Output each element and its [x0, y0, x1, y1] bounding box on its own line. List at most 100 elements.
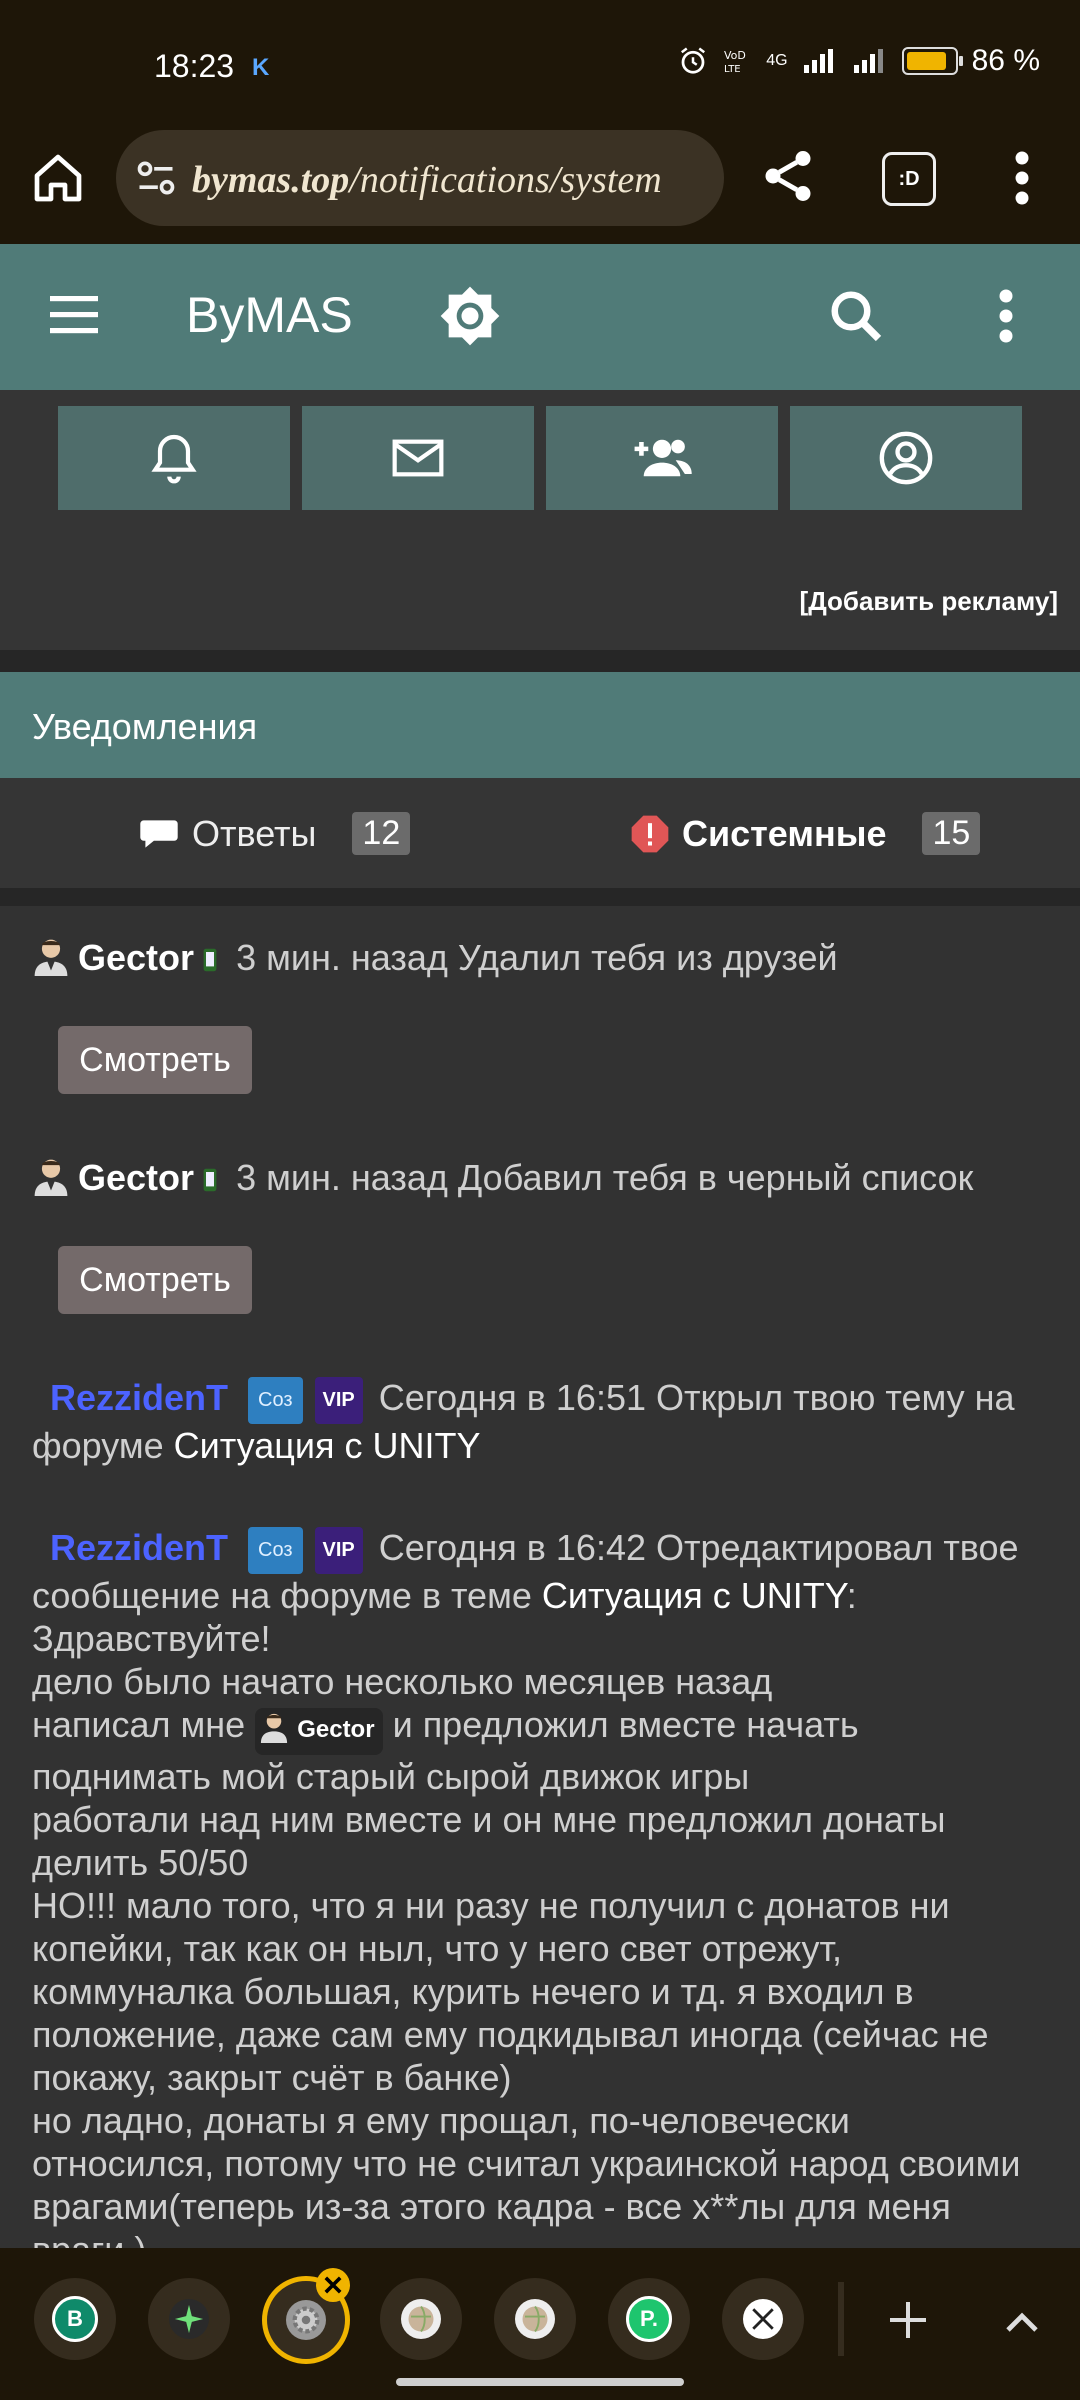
gear-icon [286, 2300, 326, 2340]
message-line: НО!!! мало того, что я ни разу не получи… [32, 1885, 989, 2098]
view-button[interactable]: Смотреть [58, 1246, 252, 1314]
notification-item: RezzidenT Соз VIP Сегодня в 16:42 Отредакт… [32, 1526, 1040, 2248]
browser-menu-icon[interactable] [1010, 148, 1034, 208]
tab-system-label: Системные [682, 812, 887, 854]
browser-tab[interactable]: P. [608, 2278, 690, 2360]
message-line: работали над ним вместе и он мне предлож… [32, 1799, 946, 1883]
topic-link[interactable]: Ситуация с UNITY [174, 1425, 481, 1466]
url-text: bymas.top/notifications/system [192, 158, 662, 202]
tab-replies-label: Ответы [192, 812, 317, 854]
notification-user[interactable]: RezzidenT [50, 1377, 228, 1418]
x-logo-icon [743, 2299, 783, 2339]
tab-overflow [838, 2282, 844, 2356]
tab-replies-count: 12 [352, 812, 411, 855]
menu-icon[interactable] [50, 294, 98, 334]
battery-icon [901, 47, 963, 75]
carrier-mark: K [252, 54, 270, 81]
browser-toolbar: bymas.top/notifications/system :D [0, 120, 1080, 244]
url-domain: bymas.top [192, 159, 350, 201]
status-bar: 18:23 K VoD LTE 4G 86 % [0, 0, 1080, 120]
role-badge: Соз [248, 1377, 303, 1424]
message-line: написал мне [32, 1704, 246, 1745]
mention-name: Gector [297, 1716, 375, 1743]
notifications-button[interactable] [58, 406, 290, 510]
page-title: Уведомления [32, 706, 258, 747]
message-line: поднимать мой старый сырой движок игры [32, 1756, 750, 1797]
avatar-icon [34, 939, 68, 976]
message-line: но ладно, донаты я ему прощал, по-челове… [32, 2100, 1021, 2248]
notification-tabs: Ответы 12 Системные 15 [0, 778, 1080, 888]
chevron-up-icon[interactable] [998, 2298, 1046, 2346]
share-icon[interactable] [758, 146, 818, 206]
notification-time: Сегодня в 16:51 [378, 1377, 646, 1418]
avatar-icon [261, 1713, 288, 1743]
browser-tab[interactable]: B [34, 2278, 116, 2360]
profile-button[interactable] [790, 406, 1022, 510]
vip-badge: VIP [314, 1377, 363, 1424]
quick-actions: [Добавить рекламу] [0, 390, 1080, 650]
topic-link[interactable]: Ситуация с UNITY [542, 1575, 847, 1616]
notification-user[interactable]: Gector [78, 937, 194, 978]
alert-icon [631, 815, 669, 852]
user-mention[interactable]: Gector [255, 1708, 383, 1755]
notification-user[interactable]: Gector [78, 1157, 194, 1198]
url-path: /notifications/system [349, 159, 662, 201]
notification-time: 3 мин. назад [236, 1157, 448, 1198]
notification-item: Gector 3 мин. назад Удалил тебя из друзе… [32, 936, 1040, 979]
favicon-b: B [52, 2296, 98, 2342]
tab-replies[interactable]: Ответы 12 [138, 812, 411, 855]
signal-icon [803, 49, 833, 73]
home-icon[interactable] [30, 150, 86, 206]
notification-time: Сегодня в 16:42 [378, 1527, 646, 1568]
role-badge: Соз [248, 1527, 303, 1574]
site-settings-icon[interactable] [134, 156, 178, 200]
avatar-icon [34, 1159, 68, 1196]
browser-tab[interactable] [494, 2278, 576, 2360]
app-header: ByMAS [0, 244, 1080, 390]
divider [0, 650, 1080, 672]
add-advertising-link[interactable]: [Добавить рекламу] [800, 586, 1058, 617]
notification-item: Gector 3 мин. назад Добавил тебя в черны… [32, 1156, 1040, 1199]
volte-icon: VoD LTE [724, 49, 746, 75]
account-icon [879, 431, 933, 485]
status-time: 18:23 [154, 48, 235, 84]
message-line: и предложил вместе начать [392, 1704, 859, 1745]
new-tab-icon[interactable] [884, 2296, 932, 2344]
notification-action: Добавил тебя в черный список [457, 1157, 974, 1198]
messages-button[interactable] [302, 406, 534, 510]
browser-tab[interactable] [380, 2278, 462, 2360]
site-title[interactable]: ByMAS [186, 286, 353, 344]
notification-list: Gector 3 мин. назад Удалил тебя из друзе… [0, 906, 1080, 2248]
tab-system[interactable]: Системные 15 [630, 812, 981, 855]
svg-text:LTE: LTE [724, 64, 741, 75]
friends-button[interactable] [546, 406, 778, 510]
battery-percent: 86 % [971, 44, 1040, 77]
close-tab-icon[interactable] [316, 2268, 350, 2302]
sparkle-icon [169, 2299, 209, 2339]
more-options-icon[interactable] [992, 286, 1020, 346]
globe-icon [401, 2299, 441, 2339]
network-type: 4G [766, 52, 788, 69]
mail-icon [392, 439, 444, 477]
brightness-icon[interactable] [438, 284, 502, 348]
view-button[interactable]: Смотреть [58, 1026, 252, 1094]
vip-badge: VIP [314, 1527, 363, 1574]
mobile-icon [203, 1168, 217, 1192]
alarm-icon [681, 47, 706, 74]
notification-item: RezzidenT Соз VIP Сегодня в 16:51 Открыл т… [32, 1376, 1040, 1467]
globe-icon [515, 2299, 555, 2339]
message-line: Здравствуйте! [32, 1618, 271, 1659]
message-line: дело было начато несколько месяцев назад [32, 1661, 773, 1702]
search-icon[interactable] [826, 286, 886, 346]
notification-action: Удалил тебя из друзей [457, 937, 838, 978]
browser-tab[interactable] [148, 2278, 230, 2360]
url-bar[interactable]: bymas.top/notifications/system [116, 130, 724, 226]
gesture-navigation-bar[interactable] [396, 2378, 684, 2386]
browser-tab[interactable] [722, 2278, 804, 2360]
tab-system-count: 15 [922, 812, 981, 855]
tab-switcher-button[interactable]: :D [882, 152, 936, 206]
notifications-header: Уведомления [0, 672, 1080, 778]
notification-user[interactable]: RezzidenT [50, 1527, 228, 1568]
favicon-p: P. [626, 2296, 672, 2342]
bell-icon [151, 434, 197, 484]
